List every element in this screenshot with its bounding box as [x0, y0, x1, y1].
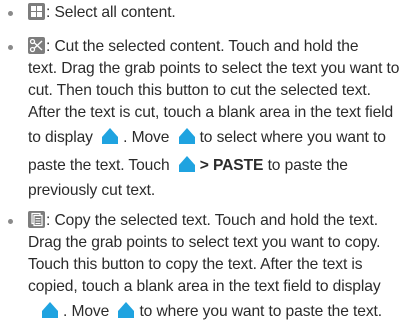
- cut-desc-line-2: text. Drag the grab points to select the…: [28, 60, 400, 77]
- cut-desc-line-6a: paste the text. Touch: [28, 157, 170, 174]
- copy-icon: [28, 211, 45, 228]
- help-page: : Select all content. : Cut the selected…: [0, 0, 405, 330]
- bullet-dot: [8, 219, 13, 224]
- cut-desc-line-5c: to select where you want to: [199, 129, 386, 146]
- cut-desc-line-3: cut. Then touch this button to cut the s…: [28, 82, 371, 99]
- select-all-icon: [28, 3, 45, 20]
- text-handle-icon: [100, 127, 120, 145]
- text-handle-icon: [177, 127, 197, 145]
- text-handle-icon: [116, 301, 136, 319]
- bullet-dot: [8, 45, 13, 50]
- bullet-dot: [8, 11, 13, 16]
- cut-desc-line-5a: to display: [28, 129, 93, 146]
- cut-desc-line-1: : Cut the selected content. Touch and ho…: [46, 38, 359, 55]
- text-handle-icon: [177, 155, 197, 173]
- text-handle-icon: [40, 301, 60, 319]
- copy-desc-line-3: Touch this button to copy the text. Afte…: [28, 256, 363, 273]
- cut-icon: [28, 37, 45, 54]
- copy-desc-line-2: Drag the grab points to select text you …: [28, 234, 381, 251]
- paste-keyword: > PASTE: [199, 157, 264, 174]
- copy-desc-line-1: : Copy the selected text. Touch and hold…: [46, 212, 378, 229]
- copy-desc-line-4: copied, touch a blank area in the text f…: [28, 278, 381, 295]
- copy-desc-line-5b: to where you want to paste the text.: [139, 303, 383, 320]
- cut-desc-line-6c: to paste the: [267, 157, 348, 174]
- cut-desc-line-7: previously cut text.: [28, 182, 156, 199]
- copy-desc-line-5a: . Move: [63, 303, 110, 320]
- select-all-desc: : Select all content.: [46, 4, 176, 21]
- cut-desc-line-5b: . Move: [123, 129, 170, 146]
- cut-desc-line-4: After the text is cut, touch a blank are…: [28, 104, 394, 121]
